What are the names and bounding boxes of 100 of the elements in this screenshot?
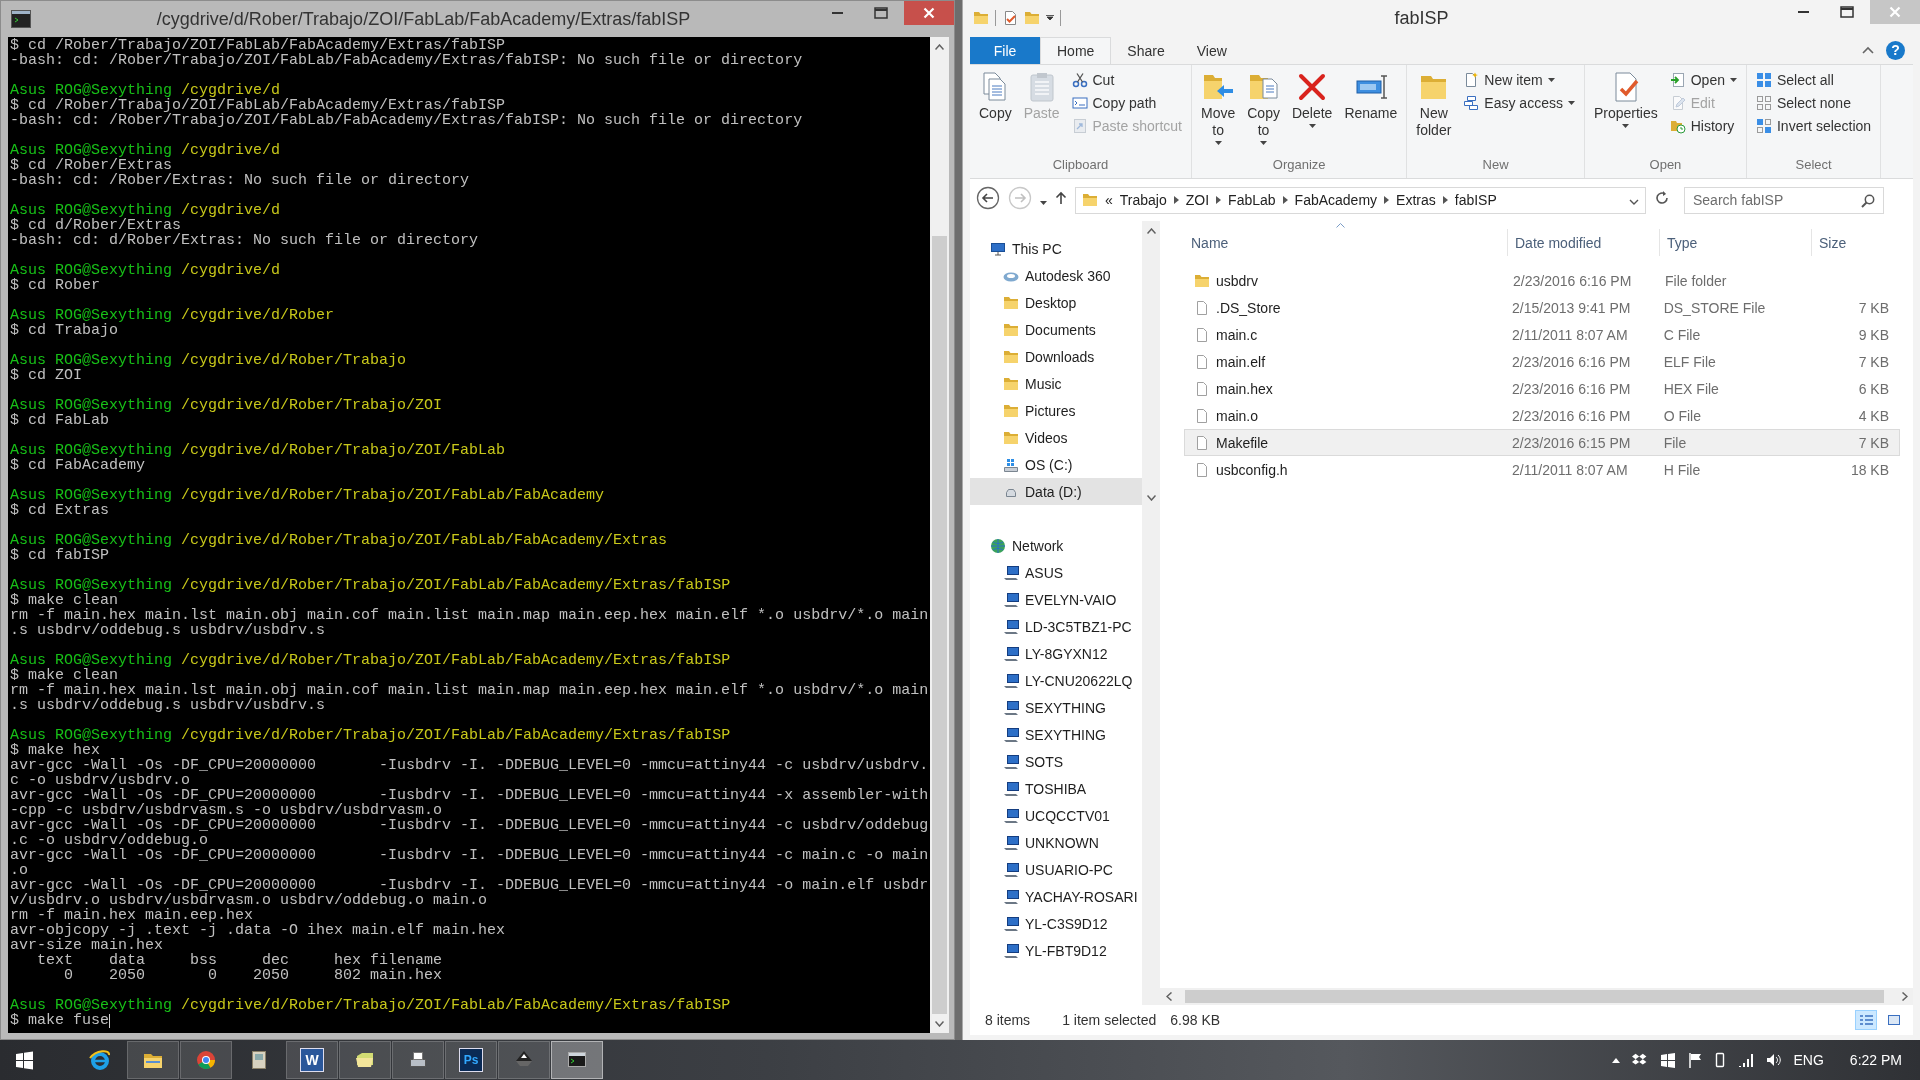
ribbon-tab[interactable]: Share [1111,37,1181,64]
file-type: DS_STORE File [1662,299,1767,316]
nav-item[interactable]: TOSHIBA [970,775,1142,802]
scrollbar[interactable] [930,37,949,1033]
nav-item[interactable]: UCQCCTV01 [970,802,1142,829]
nav-item[interactable]: LD-3C5TBZ1-PC [970,613,1142,640]
file-row[interactable]: main.hex 2/23/2016 6:16 PM HEX File 6 KB [1184,375,1900,402]
taskbar-button[interactable] [339,1041,391,1079]
computer-icon [1003,591,1019,608]
nav-item[interactable]: Desktop [970,289,1142,316]
ribbon-button[interactable]: Move to [1198,69,1239,147]
ribbon-tab[interactable]: View [1180,37,1243,64]
nav-item[interactable]: LY-CNU20622LQ [970,667,1142,694]
folder-icon [1003,402,1019,419]
breadcrumb[interactable]: FabLab [1228,192,1276,208]
scrollbar[interactable] [1142,221,1160,1005]
ribbon-button[interactable]: History [1666,115,1740,137]
breadcrumb[interactable]: fabISP [1454,192,1497,208]
help-button[interactable]: ? [1886,40,1905,60]
scroll-up-icon [935,43,944,50]
selection-count: 1 item selected [1062,1012,1157,1028]
ribbon-button[interactable]: Invert selection [1753,115,1875,137]
column-header[interactable]: Date modified [1508,229,1660,256]
file-row[interactable]: .DS_Store 2/15/2013 9:41 PM DS_STORE File 7 KB [1184,294,1900,321]
nav-item[interactable]: Pictures [970,397,1142,424]
prompt-user: Asus ROG@Sexything [10,728,173,743]
ribbon-button[interactable]: Select none [1753,92,1875,114]
nav-item[interactable]: Data (D:) [970,478,1142,505]
file-size: 7 KB [1857,353,1890,370]
file-menu-button[interactable]: File [970,37,1040,64]
column-header[interactable]: Name [1184,229,1508,256]
file-row[interactable]: main.c 2/11/2011 8:07 AM C File 9 KB [1184,321,1900,348]
nav-item[interactable]: Videos [970,424,1142,451]
taskbar-button[interactable]: W [286,1041,338,1079]
language-indicator[interactable]: ENG [1793,1052,1824,1068]
address-bar[interactable]: « Trabajo ZOI FabLab FabAcademy Extras fabISP [1075,186,1646,214]
windows-icon [1659,1052,1676,1068]
clock[interactable]: 6:22 PM [1849,1052,1902,1068]
ribbon-button[interactable]: New item [1460,69,1578,91]
nav-item[interactable]: UNKNOWN [970,829,1142,856]
nav-item[interactable]: SEXYTHING [970,721,1142,748]
scroll-thumb[interactable] [1185,990,1884,1003]
nav-item[interactable]: OS (C:) [970,451,1142,478]
ribbon-button[interactable]: Properties [1590,69,1661,130]
taskbar-button[interactable] [551,1041,603,1079]
computer-icon [1003,672,1019,689]
nav-item[interactable]: EVELYN-VAIO [970,586,1142,613]
breadcrumb[interactable]: ZOI [1185,192,1210,208]
ribbon-button[interactable]: Copy path [1068,92,1185,114]
ribbon-button[interactable]: Select all [1753,69,1875,91]
nav-item[interactable]: Network [970,532,1142,559]
breadcrumb[interactable]: Extras [1396,192,1436,208]
terminal-line: avr-gcc -Wall -Os -DF_CPU=20000000 -Iusbdrv -I. -DDEBUG_LEVEL=0 -mmcu=attiny44 -c usbdrv/oddebug [10,818,929,833]
file-type: H File [1662,461,1702,478]
nav-item[interactable]: USUARIO-PC [970,856,1142,883]
column-header[interactable]: Type [1660,229,1812,256]
ribbon-button[interactable]: Open [1666,69,1740,91]
taskbar-button[interactable] [392,1041,444,1079]
nav-item[interactable]: YL-C3S9D12 [970,910,1142,937]
breadcrumb[interactable]: Trabajo [1119,192,1167,208]
nav-item[interactable]: ASUS [970,559,1142,586]
ribbon-button[interactable]: Rename [1341,69,1401,124]
ribbon-button[interactable]: Delete [1288,69,1336,130]
selection-size: 6.98 KB [1170,1012,1221,1028]
nav-item[interactable]: This PC [970,235,1142,262]
nav-item[interactable]: YL-FBT9D12 [970,937,1142,964]
open-icon [1669,72,1686,88]
file-row[interactable]: Makefile 2/23/2016 6:15 PM File 7 KB [1184,429,1900,456]
nav-item[interactable]: Music [970,370,1142,397]
nav-item[interactable]: LY-8GYXN12 [970,640,1142,667]
nav-item[interactable]: SOTS [970,748,1142,775]
ribbon-button[interactable]: Copy to [1244,69,1283,147]
file-size: 6 KB [1857,380,1890,397]
nav-item[interactable]: Autodesk 360 [970,262,1142,289]
terminal-line: $ make fuse [10,1013,110,1028]
ribbon-button[interactable]: Cut [1068,69,1185,91]
search-field[interactable]: Search fabISP [1684,186,1884,214]
ribbon-button[interactable]: New folder [1413,69,1455,141]
document-icon [1194,380,1210,397]
column-header[interactable]: Size [1812,229,1900,256]
taskbar-button[interactable]: Ps [445,1041,497,1079]
file-row[interactable]: usbdrv 2/23/2016 6:16 PM File folder [1184,267,1900,294]
terminal-line: avr-gcc -Wall -Os -DF_CPU=20000000 -Iusbdrv -I. -DDEBUG_LEVEL=0 -mmcu=attiny44 -x assembler-with [10,788,929,803]
overflow-button[interactable]: « [1105,192,1113,208]
nav-item[interactable]: Documents [970,316,1142,343]
file-row[interactable]: main.o 2/23/2016 6:16 PM O File 4 KB [1184,402,1900,429]
file-row[interactable]: usbconfig.h 2/11/2011 8:07 AM H File 18 KB [1184,456,1900,483]
ribbon-tab[interactable]: Home [1040,37,1112,64]
ribbon-button[interactable]: Copy [976,69,1015,124]
close-button[interactable] [904,1,954,25]
computer-icon [1003,726,1019,743]
nav-item[interactable]: Downloads [970,343,1142,370]
nav-item[interactable]: SEXYTHING [970,694,1142,721]
breadcrumb[interactable]: FabAcademy [1294,192,1378,208]
scroll-thumb[interactable] [932,236,947,1014]
ribbon-button[interactable]: Easy access [1460,92,1578,114]
taskbar-button[interactable] [127,1041,179,1079]
file-row[interactable]: main.elf 2/23/2016 6:16 PM ELF File 7 KB [1184,348,1900,375]
details-view-button[interactable] [1855,1010,1877,1030]
nav-item[interactable]: YACHAY-ROSARI [970,883,1142,910]
